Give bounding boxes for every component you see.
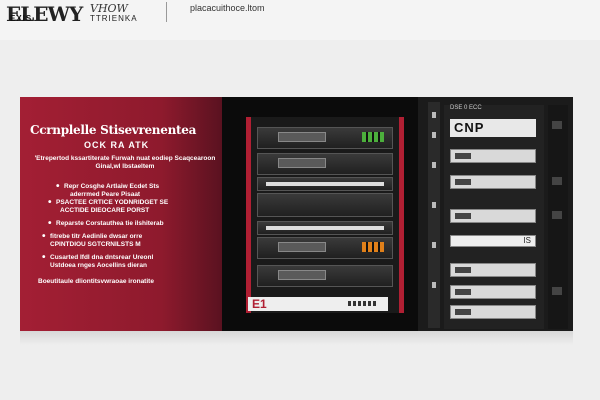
bullet-text: aderrmed Peare Pisaat bbox=[70, 191, 141, 198]
rack-unit bbox=[257, 221, 393, 235]
bullet-dot-icon: • bbox=[56, 181, 60, 192]
bullet-item: aderrmed Peare Pisaat bbox=[70, 191, 140, 199]
slot-label: IS bbox=[523, 236, 531, 245]
led-icon bbox=[432, 242, 436, 248]
slot-icon bbox=[455, 267, 471, 273]
led-icon bbox=[432, 162, 436, 168]
bullet-item: • fitrebe titr Aedinlie dwsar orre bbox=[42, 231, 143, 242]
rack-unit bbox=[257, 153, 393, 175]
equipment-slot: IS bbox=[450, 235, 536, 247]
side-icon bbox=[552, 211, 562, 219]
bullet-text: Cusarted Ifdl dna dntsrear Ureonl bbox=[50, 254, 154, 261]
equipment-slot bbox=[450, 305, 536, 319]
bullet-text: Ustdoea rnges Aocellins dieran bbox=[50, 262, 147, 269]
led-icon bbox=[432, 282, 436, 288]
rack-badge-text: E1 bbox=[252, 297, 267, 311]
server-rack-icon bbox=[246, 117, 404, 313]
barcode-icon bbox=[348, 301, 378, 306]
led-icon bbox=[432, 202, 436, 208]
hero-banner: Ccrnplelle Stisevrenentea OCK RA ATK 'Et… bbox=[20, 97, 573, 331]
bullet-text: fitrebe titr Aedinlie dwsar orre bbox=[50, 233, 143, 240]
slot-icon bbox=[455, 153, 471, 159]
bullet-text: Reparste Corstauthea tie ilshiterab bbox=[56, 220, 164, 227]
unit-ports bbox=[362, 132, 384, 142]
equipment-slot bbox=[450, 149, 536, 163]
slot-icon bbox=[455, 213, 471, 219]
led-icon bbox=[432, 112, 436, 118]
rack-badge: E1 bbox=[248, 297, 388, 311]
bullet-dot-icon: • bbox=[42, 252, 46, 263]
banner-shadow bbox=[20, 331, 573, 345]
bullet-item: • Repr Cosghe Artlaiw Ecdet Sts bbox=[56, 181, 160, 192]
unit-display bbox=[278, 270, 326, 280]
unit-ports bbox=[362, 242, 384, 252]
equipment-slot bbox=[450, 263, 536, 277]
unit-bar bbox=[266, 182, 384, 186]
led-icon bbox=[432, 132, 436, 138]
rack-unit bbox=[257, 237, 393, 259]
bullet-item: Ustdoea rnges Aocellins dieran bbox=[50, 262, 147, 270]
column-title: CNP bbox=[450, 119, 536, 137]
bullet-item: • PSACTEE CRTICE YODNRIDGET SE bbox=[48, 197, 169, 208]
slot-icon bbox=[455, 309, 471, 315]
bullet-item: • Cusarted Ifdl dna dntsrear Ureonl bbox=[42, 252, 154, 263]
bullet-item: Boeutitaule dliontitsvwraoae ironatite bbox=[38, 278, 154, 286]
unit-display bbox=[278, 132, 326, 142]
side-icon bbox=[552, 121, 562, 129]
unit-display bbox=[278, 242, 326, 252]
bullet-text: PSACTEE CRTICE YODNRIDGET SE bbox=[56, 199, 169, 206]
banner-text-panel: Ccrnplelle Stisevrenentea OCK RA ATK 'Et… bbox=[20, 97, 222, 331]
rack-unit bbox=[257, 265, 393, 287]
rack-panel-image: DSE 0 ECC CNP IS bbox=[418, 97, 573, 331]
unit-bar bbox=[266, 226, 384, 230]
equipment-column: DSE 0 ECC CNP IS bbox=[444, 105, 544, 329]
bullet-dot-icon: • bbox=[48, 218, 52, 229]
logo-sub2-text: TTRIENKA bbox=[90, 14, 138, 23]
bullet-text: ACCTIDE DIEOCARE PORST bbox=[60, 207, 150, 214]
equipment-slot bbox=[450, 175, 536, 189]
bullet-text: CPINTDIOU SGTCRNILSTS M bbox=[50, 241, 141, 248]
side-icon bbox=[552, 177, 562, 185]
equipment-slot bbox=[450, 209, 536, 223]
banner-intro: 'Etrepertod kssartiterate Furwah nuat eo… bbox=[34, 155, 216, 170]
banner-title: Ccrnplelle Stisevrenentea bbox=[30, 123, 197, 137]
equipment-slot bbox=[450, 285, 536, 299]
slot-icon bbox=[455, 179, 471, 185]
brand-logo[interactable]: ELEWY VHOW EXIS TTRIENKA bbox=[6, 2, 146, 28]
side-icon bbox=[552, 287, 562, 295]
rack-unit bbox=[257, 127, 393, 149]
column-head: DSE 0 ECC bbox=[450, 105, 482, 111]
bullet-item: ACCTIDE DIEOCARE PORST bbox=[60, 207, 149, 215]
header-divider bbox=[166, 2, 167, 22]
bullet-dot-icon: • bbox=[42, 231, 46, 242]
side-icons bbox=[548, 105, 568, 329]
banner-subtitle: OCK RA ATK bbox=[84, 140, 150, 150]
server-rack-image: E1 bbox=[222, 97, 418, 331]
bullet-dot-icon: • bbox=[48, 197, 52, 208]
bullet-item: • Reparste Corstauthea tie ilshiterab bbox=[48, 218, 164, 229]
bullet-item: CPINTDIOU SGTCRNILSTS M bbox=[50, 241, 141, 249]
site-url-link[interactable]: placacuithoce.ltom bbox=[190, 3, 265, 13]
unit-display bbox=[278, 158, 326, 168]
logo-sub-text: EXIS bbox=[10, 14, 33, 23]
led-strip bbox=[428, 102, 440, 328]
bullet-text: Repr Cosghe Artlaiw Ecdet Sts bbox=[64, 183, 160, 190]
slot-icon bbox=[455, 289, 471, 295]
rack-unit bbox=[257, 193, 393, 217]
top-bar: ELEWY VHOW EXIS TTRIENKA placacuithoce.l… bbox=[0, 0, 600, 40]
bullet-text: Boeutitaule dliontitsvwraoae ironatite bbox=[38, 278, 154, 285]
rack-unit bbox=[257, 177, 393, 191]
